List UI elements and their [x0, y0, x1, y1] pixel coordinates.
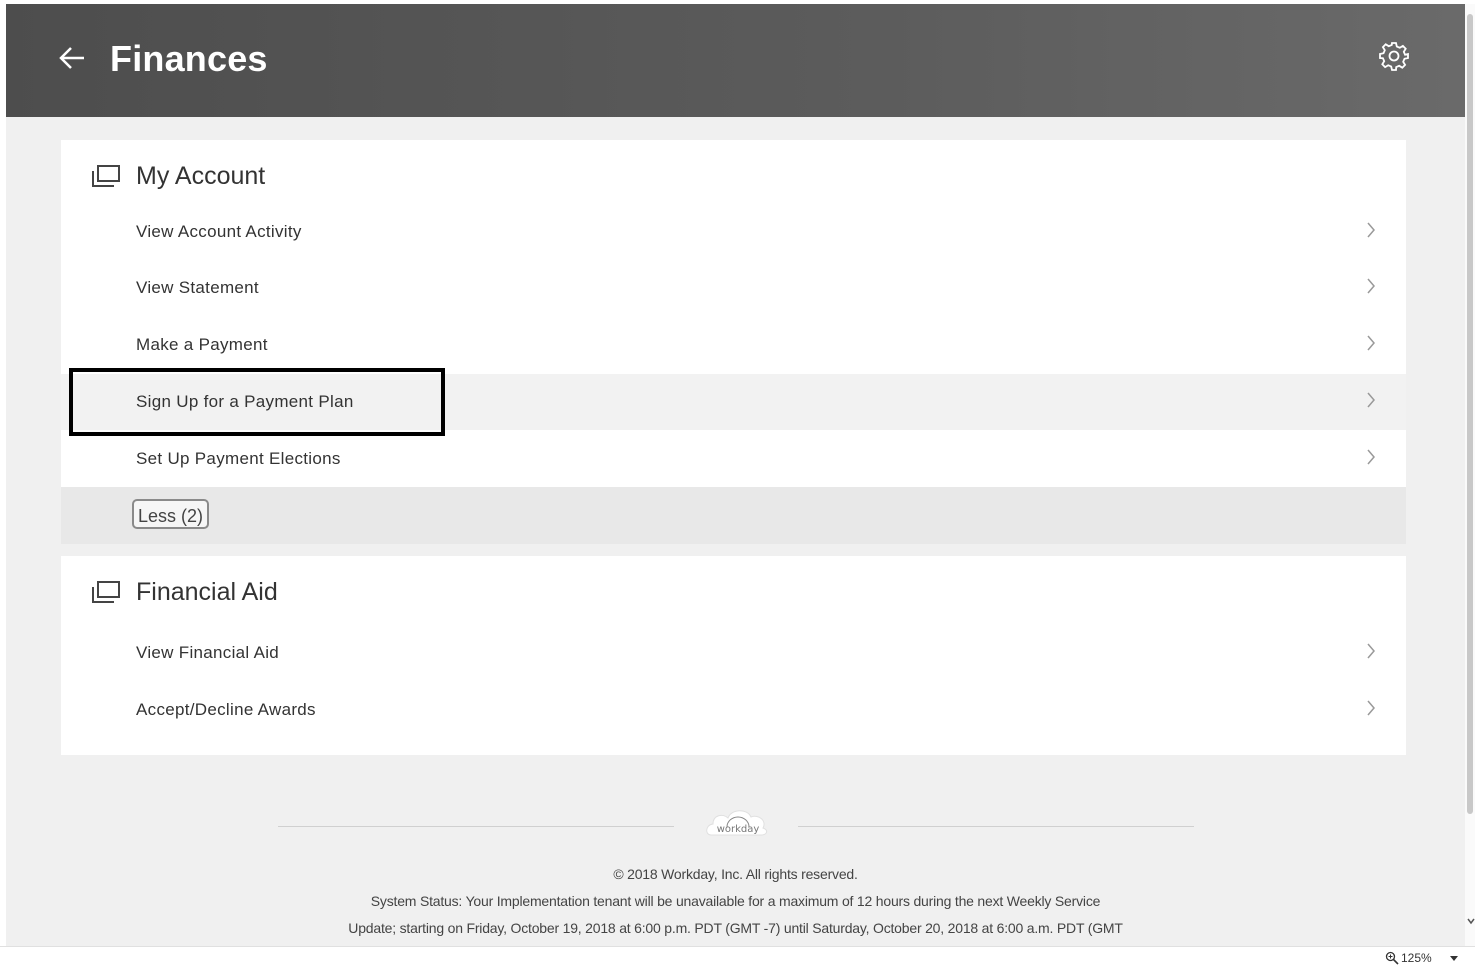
browser-statusbar: 125% [0, 946, 1475, 969]
menu-item-view-statement[interactable]: View Statement [61, 260, 1406, 316]
logo-text: workday [717, 824, 760, 835]
menu-item-accept-decline-awards[interactable]: Accept/Decline Awards [61, 682, 1406, 738]
chevron-right-icon [1367, 700, 1375, 716]
copyright-text: © 2018 Workday, Inc. All rights reserved… [613, 866, 858, 882]
system-status-line2: Update; starting on Friday, October 19, … [348, 920, 1123, 936]
window-stack-icon [92, 581, 120, 603]
gear-icon [1379, 42, 1409, 71]
workday-logo: workday [706, 810, 768, 836]
menu-item-make-a-payment[interactable]: Make a Payment [61, 317, 1406, 373]
page-header: Finances [6, 4, 1465, 117]
zoom-level[interactable]: 125% [1401, 951, 1432, 965]
vertical-scrollbar[interactable] [1465, 4, 1475, 946]
back-button[interactable] [54, 40, 90, 76]
chevron-right-icon [1367, 222, 1375, 238]
less-button[interactable]: Less (2) [132, 499, 210, 529]
chevron-right-icon [1367, 449, 1375, 465]
chevron-down-icon[interactable] [1450, 956, 1458, 962]
section-title: Financial Aid [136, 578, 278, 606]
scroll-down-arrow-icon[interactable] [1466, 916, 1475, 926]
menu-item-label: View Statement [136, 278, 259, 297]
menu-item-set-up-payment-elections[interactable]: Set Up Payment Elections [61, 431, 1406, 487]
menu-item-view-account-activity[interactable]: View Account Activity [61, 204, 1406, 260]
financial-aid-card: Financial Aid View Financial Aid Accept/… [61, 556, 1406, 755]
menu-item-label: View Financial Aid [136, 643, 280, 662]
app-frame: Finances My Account View Account Activit… [6, 4, 1465, 946]
arrow-left-icon [59, 47, 84, 69]
chevron-right-icon [1367, 278, 1375, 294]
scrollbar-thumb[interactable] [1467, 14, 1473, 814]
menu-item-label: View Account Activity [136, 222, 302, 241]
menu-item-sign-up-payment-plan[interactable]: Sign Up for a Payment Plan [61, 374, 1406, 430]
my-account-card: My Account View Account Activity View St… [61, 140, 1406, 544]
footer-divider [278, 826, 674, 827]
chevron-right-icon [1367, 392, 1375, 408]
system-status-line1: System Status: Your Implementation tenan… [370, 893, 1101, 909]
zoom-icon [1385, 951, 1399, 965]
window-stack-icon [92, 165, 120, 187]
page-title: Finances [110, 38, 268, 79]
chevron-right-icon [1367, 335, 1375, 351]
chevron-right-icon [1367, 643, 1375, 659]
menu-item-view-financial-aid[interactable]: View Financial Aid [61, 625, 1406, 681]
section-header: My Account [61, 140, 1406, 214]
menu-item-label: Sign Up for a Payment Plan [136, 392, 354, 411]
footer-divider [798, 826, 1194, 827]
settings-button[interactable] [1378, 40, 1410, 72]
less-row: Less (2) [61, 487, 1406, 544]
section-header: Financial Aid [61, 556, 1406, 630]
menu-item-label: Set Up Payment Elections [136, 449, 341, 468]
menu-item-label: Make a Payment [136, 335, 268, 354]
menu-item-label: Accept/Decline Awards [136, 700, 316, 719]
section-title: My Account [136, 162, 266, 190]
